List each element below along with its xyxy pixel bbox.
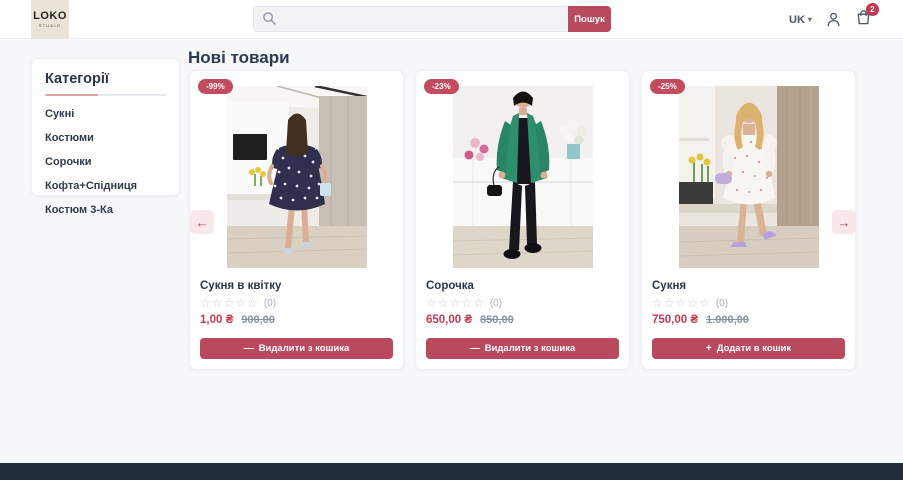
search-bar: Пошук: [253, 6, 611, 32]
star-icon: ☆: [675, 296, 687, 310]
arrow-right-icon: →: [837, 214, 851, 230]
sidebar-divider: [45, 94, 166, 96]
sidebar-item-dresses[interactable]: Сукні: [45, 108, 166, 120]
discount-badge: -25%: [650, 79, 685, 94]
rating-count: (0): [489, 297, 503, 309]
page-title: Нові товари: [188, 48, 290, 67]
rating-count: (0): [263, 297, 277, 309]
product-image: [452, 86, 593, 268]
star-icon: ☆: [211, 296, 223, 310]
old-price: 900,00: [241, 314, 275, 326]
star-icon: ☆: [247, 296, 258, 310]
old-price: 1.000,00: [706, 314, 749, 326]
search-button[interactable]: Пошук: [568, 6, 611, 32]
cart-count-badge: 2: [865, 2, 879, 16]
product-info: Сукня в квітку ☆ ☆ ☆ ☆ ☆ (0) 1,00 ₴ 900,00: [190, 280, 403, 326]
rating: ☆ ☆ ☆ ☆ ☆ (0): [200, 297, 393, 309]
product-info: Сорочка ☆ ☆ ☆ ☆ ☆ (0) 650,00 ₴ 850,00: [416, 280, 629, 326]
product-title[interactable]: Сукня в квітку: [200, 280, 393, 292]
product-info: Сукня ☆ ☆ ☆ ☆ ☆ (0) 750,00 ₴ 1.000,00: [642, 280, 855, 326]
product-title[interactable]: Сорочка: [426, 280, 619, 292]
language-selector[interactable]: UK ▾: [789, 14, 812, 26]
discount-badge: -23%: [424, 79, 459, 94]
minus-icon: —: [469, 342, 480, 354]
product-title[interactable]: Сукня: [652, 280, 845, 292]
discount-badge: -99%: [198, 79, 233, 94]
product-carousel: -99% Сукня в квітку ☆ ☆ ☆ ☆ ☆ (0) 1,00 ₴…: [189, 70, 856, 370]
remove-from-cart-button[interactable]: — Видалити з кошика: [200, 338, 393, 359]
plus-icon: +: [705, 342, 712, 354]
cart-button[interactable]: 2: [855, 2, 879, 31]
button-label: Видалити з кошика: [484, 343, 576, 354]
price-row: 750,00 ₴ 1.000,00: [652, 314, 845, 326]
product-card[interactable]: -25% Сукня ☆ ☆ ☆ ☆ ☆ (0) 750,00 ₴ 1.000,…: [641, 70, 856, 370]
star-icon: ☆: [652, 296, 663, 310]
product-card[interactable]: -23% Сорочка ☆ ☆ ☆ ☆ ☆ (0) 650,00 ₴ 850,…: [415, 70, 630, 370]
price-row: 650,00 ₴ 850,00: [426, 314, 619, 326]
product-image: [226, 86, 367, 268]
carousel-prev-button[interactable]: ←: [190, 210, 214, 234]
rating: ☆ ☆ ☆ ☆ ☆ (0): [426, 297, 619, 309]
logo-subtitle: STUDIO: [38, 23, 62, 29]
language-label: UK: [789, 13, 805, 26]
star-icon: ☆: [235, 296, 247, 310]
star-icon: ☆: [699, 296, 710, 310]
sidebar-item-sweater-skirt[interactable]: Кофта+Спідниця: [45, 180, 166, 192]
logo-title: LOKO: [33, 9, 67, 22]
rating-count: (0): [715, 297, 729, 309]
carousel-next-button[interactable]: →: [832, 210, 856, 234]
search-box: [253, 6, 568, 32]
add-to-cart-button[interactable]: + Додати в кошик: [652, 338, 845, 359]
price-row: 1,00 ₴ 900,00: [200, 314, 393, 326]
old-price: 850,00: [480, 314, 514, 326]
sidebar-title: Категорії: [45, 71, 109, 87]
sidebar-item-suit-3[interactable]: Костюм 3-Ка: [45, 204, 166, 216]
footer-bar: [0, 463, 903, 480]
star-icon: ☆: [473, 296, 484, 310]
current-price: 1,00 ₴: [200, 314, 234, 326]
remove-from-cart-button[interactable]: — Видалити з кошика: [426, 338, 619, 359]
chevron-down-icon: ▾: [807, 15, 812, 24]
button-label: Додати в кошик: [716, 343, 792, 354]
arrow-left-icon: ←: [195, 214, 209, 230]
account-icon[interactable]: [825, 11, 842, 28]
header-right: UK ▾ 2: [789, 0, 879, 39]
sidebar-item-suits[interactable]: Костюми: [45, 132, 166, 144]
star-icon: ☆: [223, 296, 235, 310]
current-price: 650,00 ₴: [426, 314, 473, 326]
header: LOKO STUDIO Пошук UK ▾ 2: [0, 0, 903, 39]
star-icon: ☆: [663, 296, 675, 310]
star-icon: ☆: [426, 296, 437, 310]
button-label: Видалити з кошика: [258, 343, 350, 354]
sidebar-item-shirts[interactable]: Сорочки: [45, 156, 166, 168]
star-icon: ☆: [437, 296, 449, 310]
minus-icon: —: [243, 342, 254, 354]
product-image: [678, 86, 819, 268]
star-icon: ☆: [461, 296, 473, 310]
rating: ☆ ☆ ☆ ☆ ☆ (0): [652, 297, 845, 309]
product-card[interactable]: -99% Сукня в квітку ☆ ☆ ☆ ☆ ☆ (0) 1,00 ₴…: [189, 70, 404, 370]
star-icon: ☆: [200, 296, 211, 310]
star-icon: ☆: [687, 296, 699, 310]
search-icon: [262, 11, 277, 26]
logo[interactable]: LOKO STUDIO: [31, 0, 69, 39]
star-icon: ☆: [449, 296, 461, 310]
current-price: 750,00 ₴: [652, 314, 699, 326]
search-input[interactable]: [253, 6, 568, 32]
categories-sidebar: Категорії Сукні Костюми Сорочки Кофта+Сп…: [31, 58, 180, 216]
page: LOKO STUDIO Пошук UK ▾ 2 Категорії Сукні…: [0, 0, 903, 480]
